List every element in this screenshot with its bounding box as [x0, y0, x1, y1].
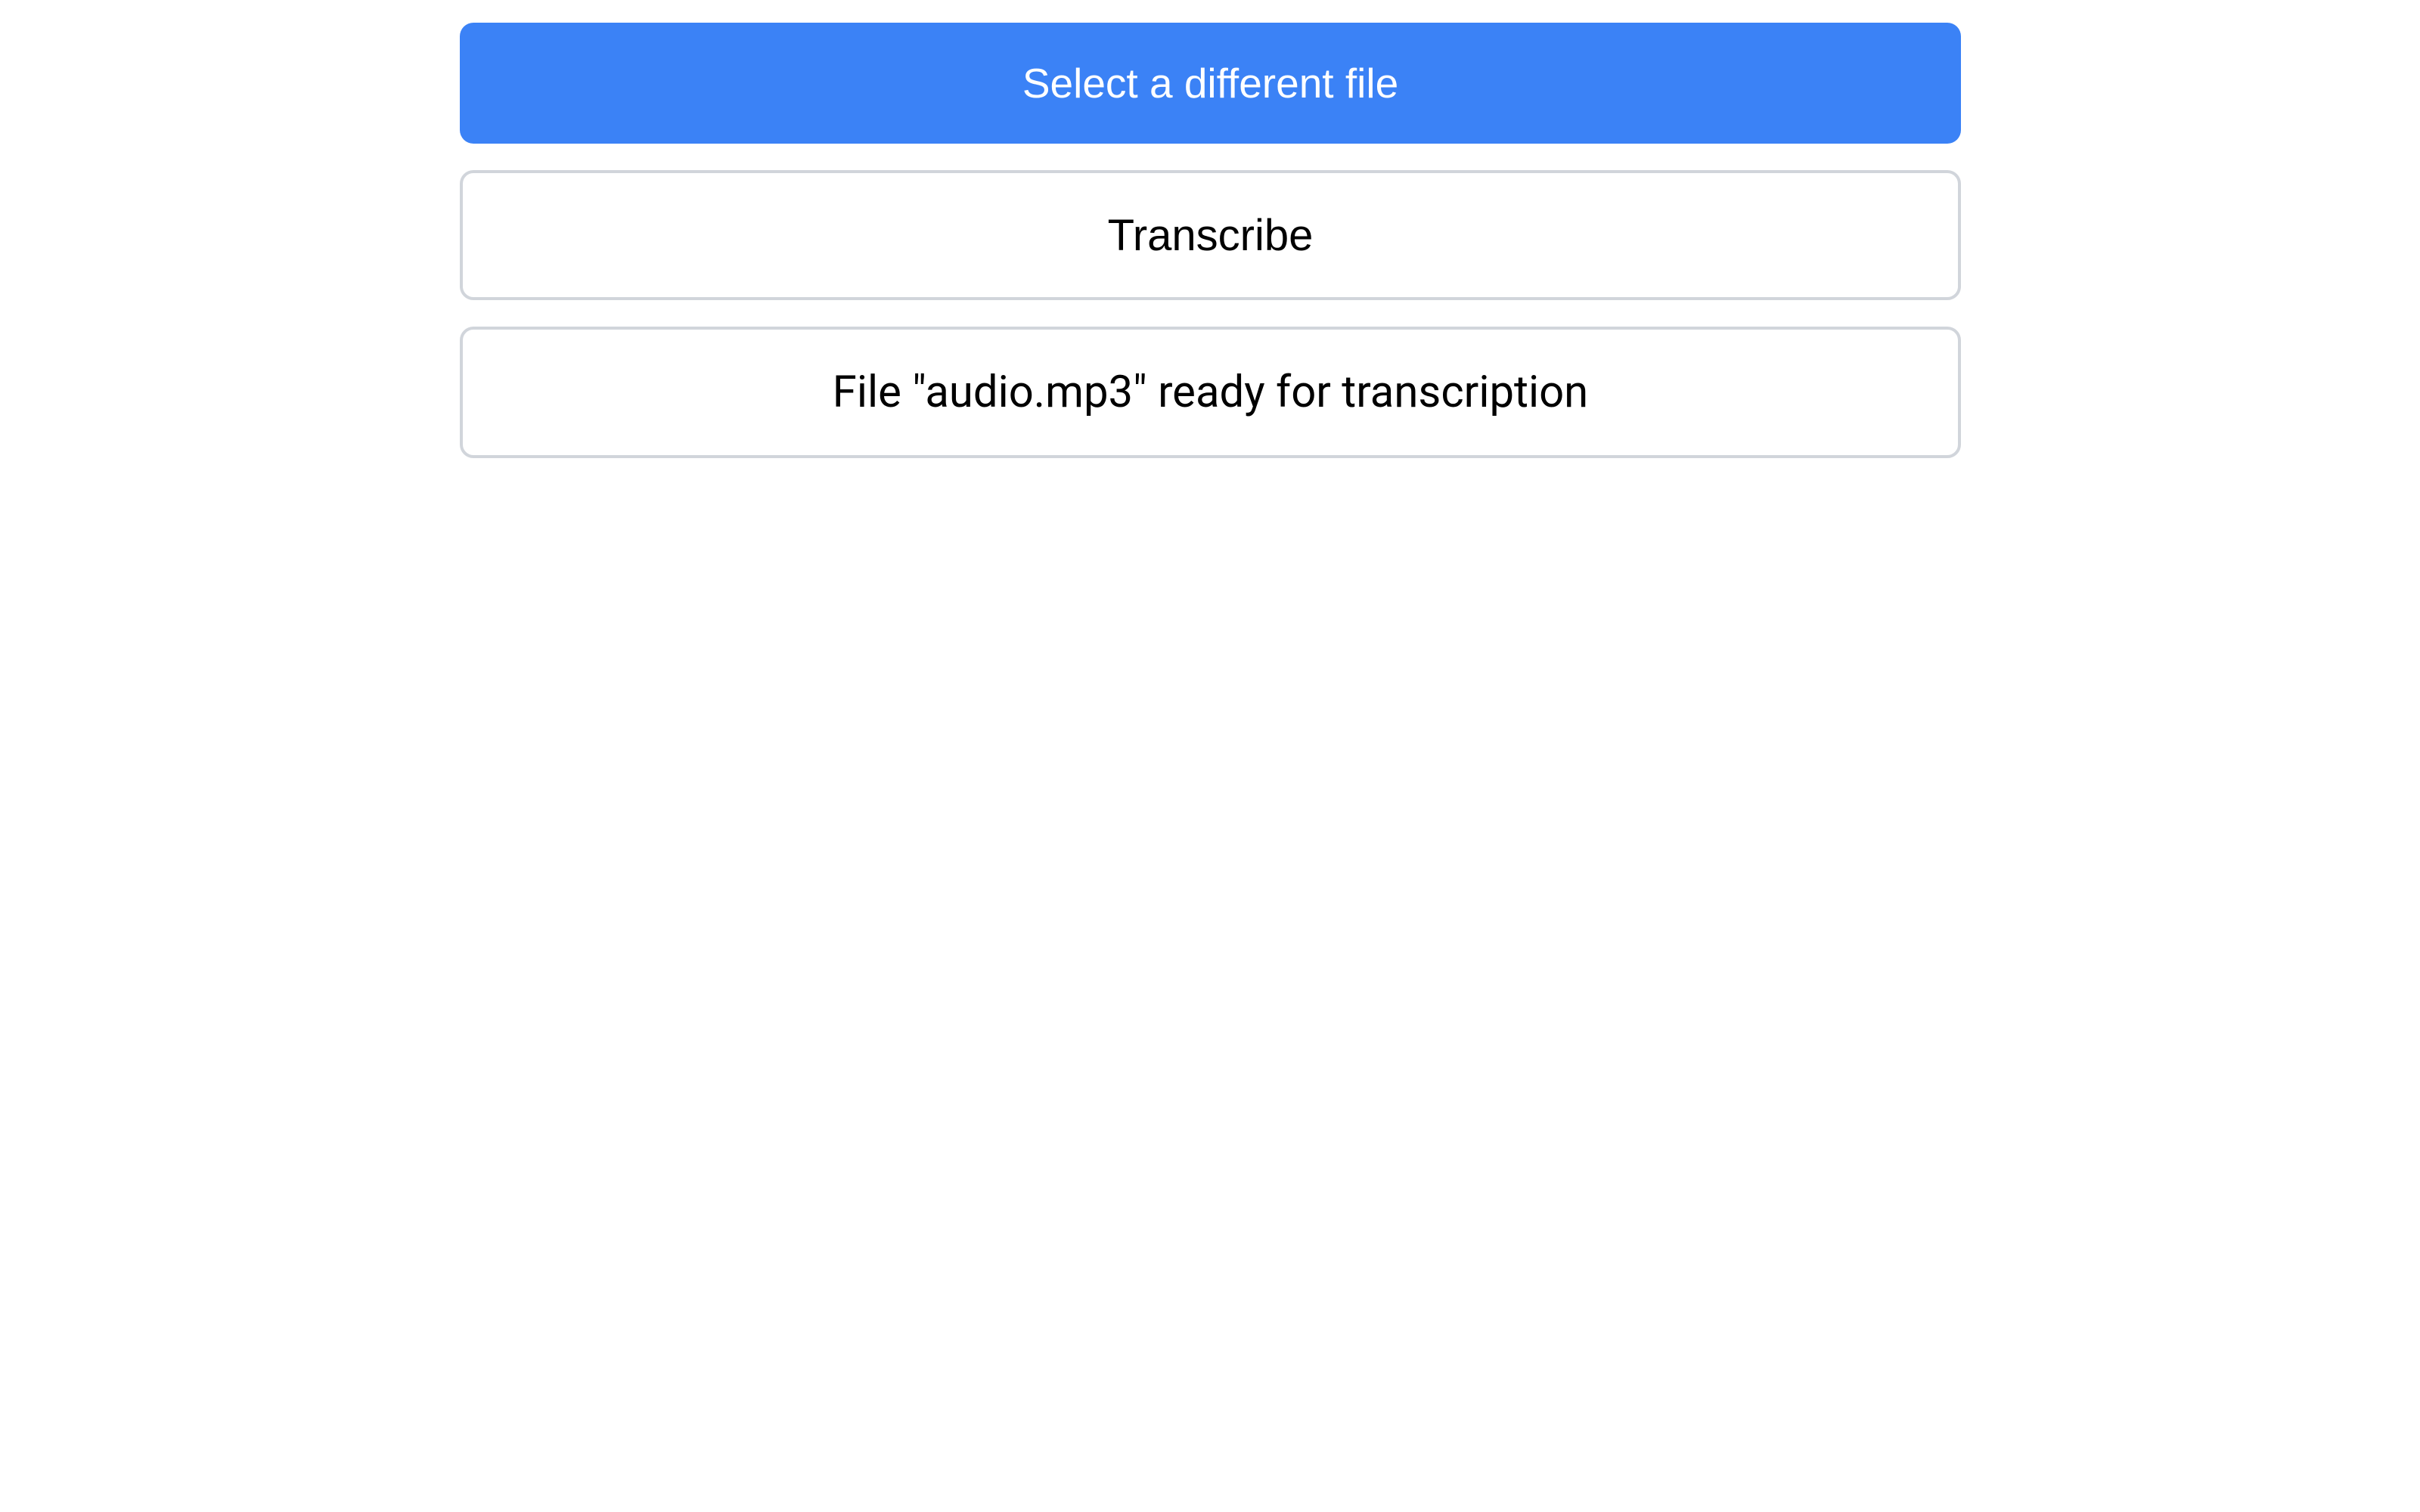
select-file-button[interactable]: Select a different file	[460, 23, 1961, 144]
main-container: Select a different file Transcribe File …	[460, 23, 1961, 458]
status-message: File "audio.mp3" ready for transcription	[460, 327, 1961, 458]
transcribe-button[interactable]: Transcribe	[460, 170, 1961, 300]
